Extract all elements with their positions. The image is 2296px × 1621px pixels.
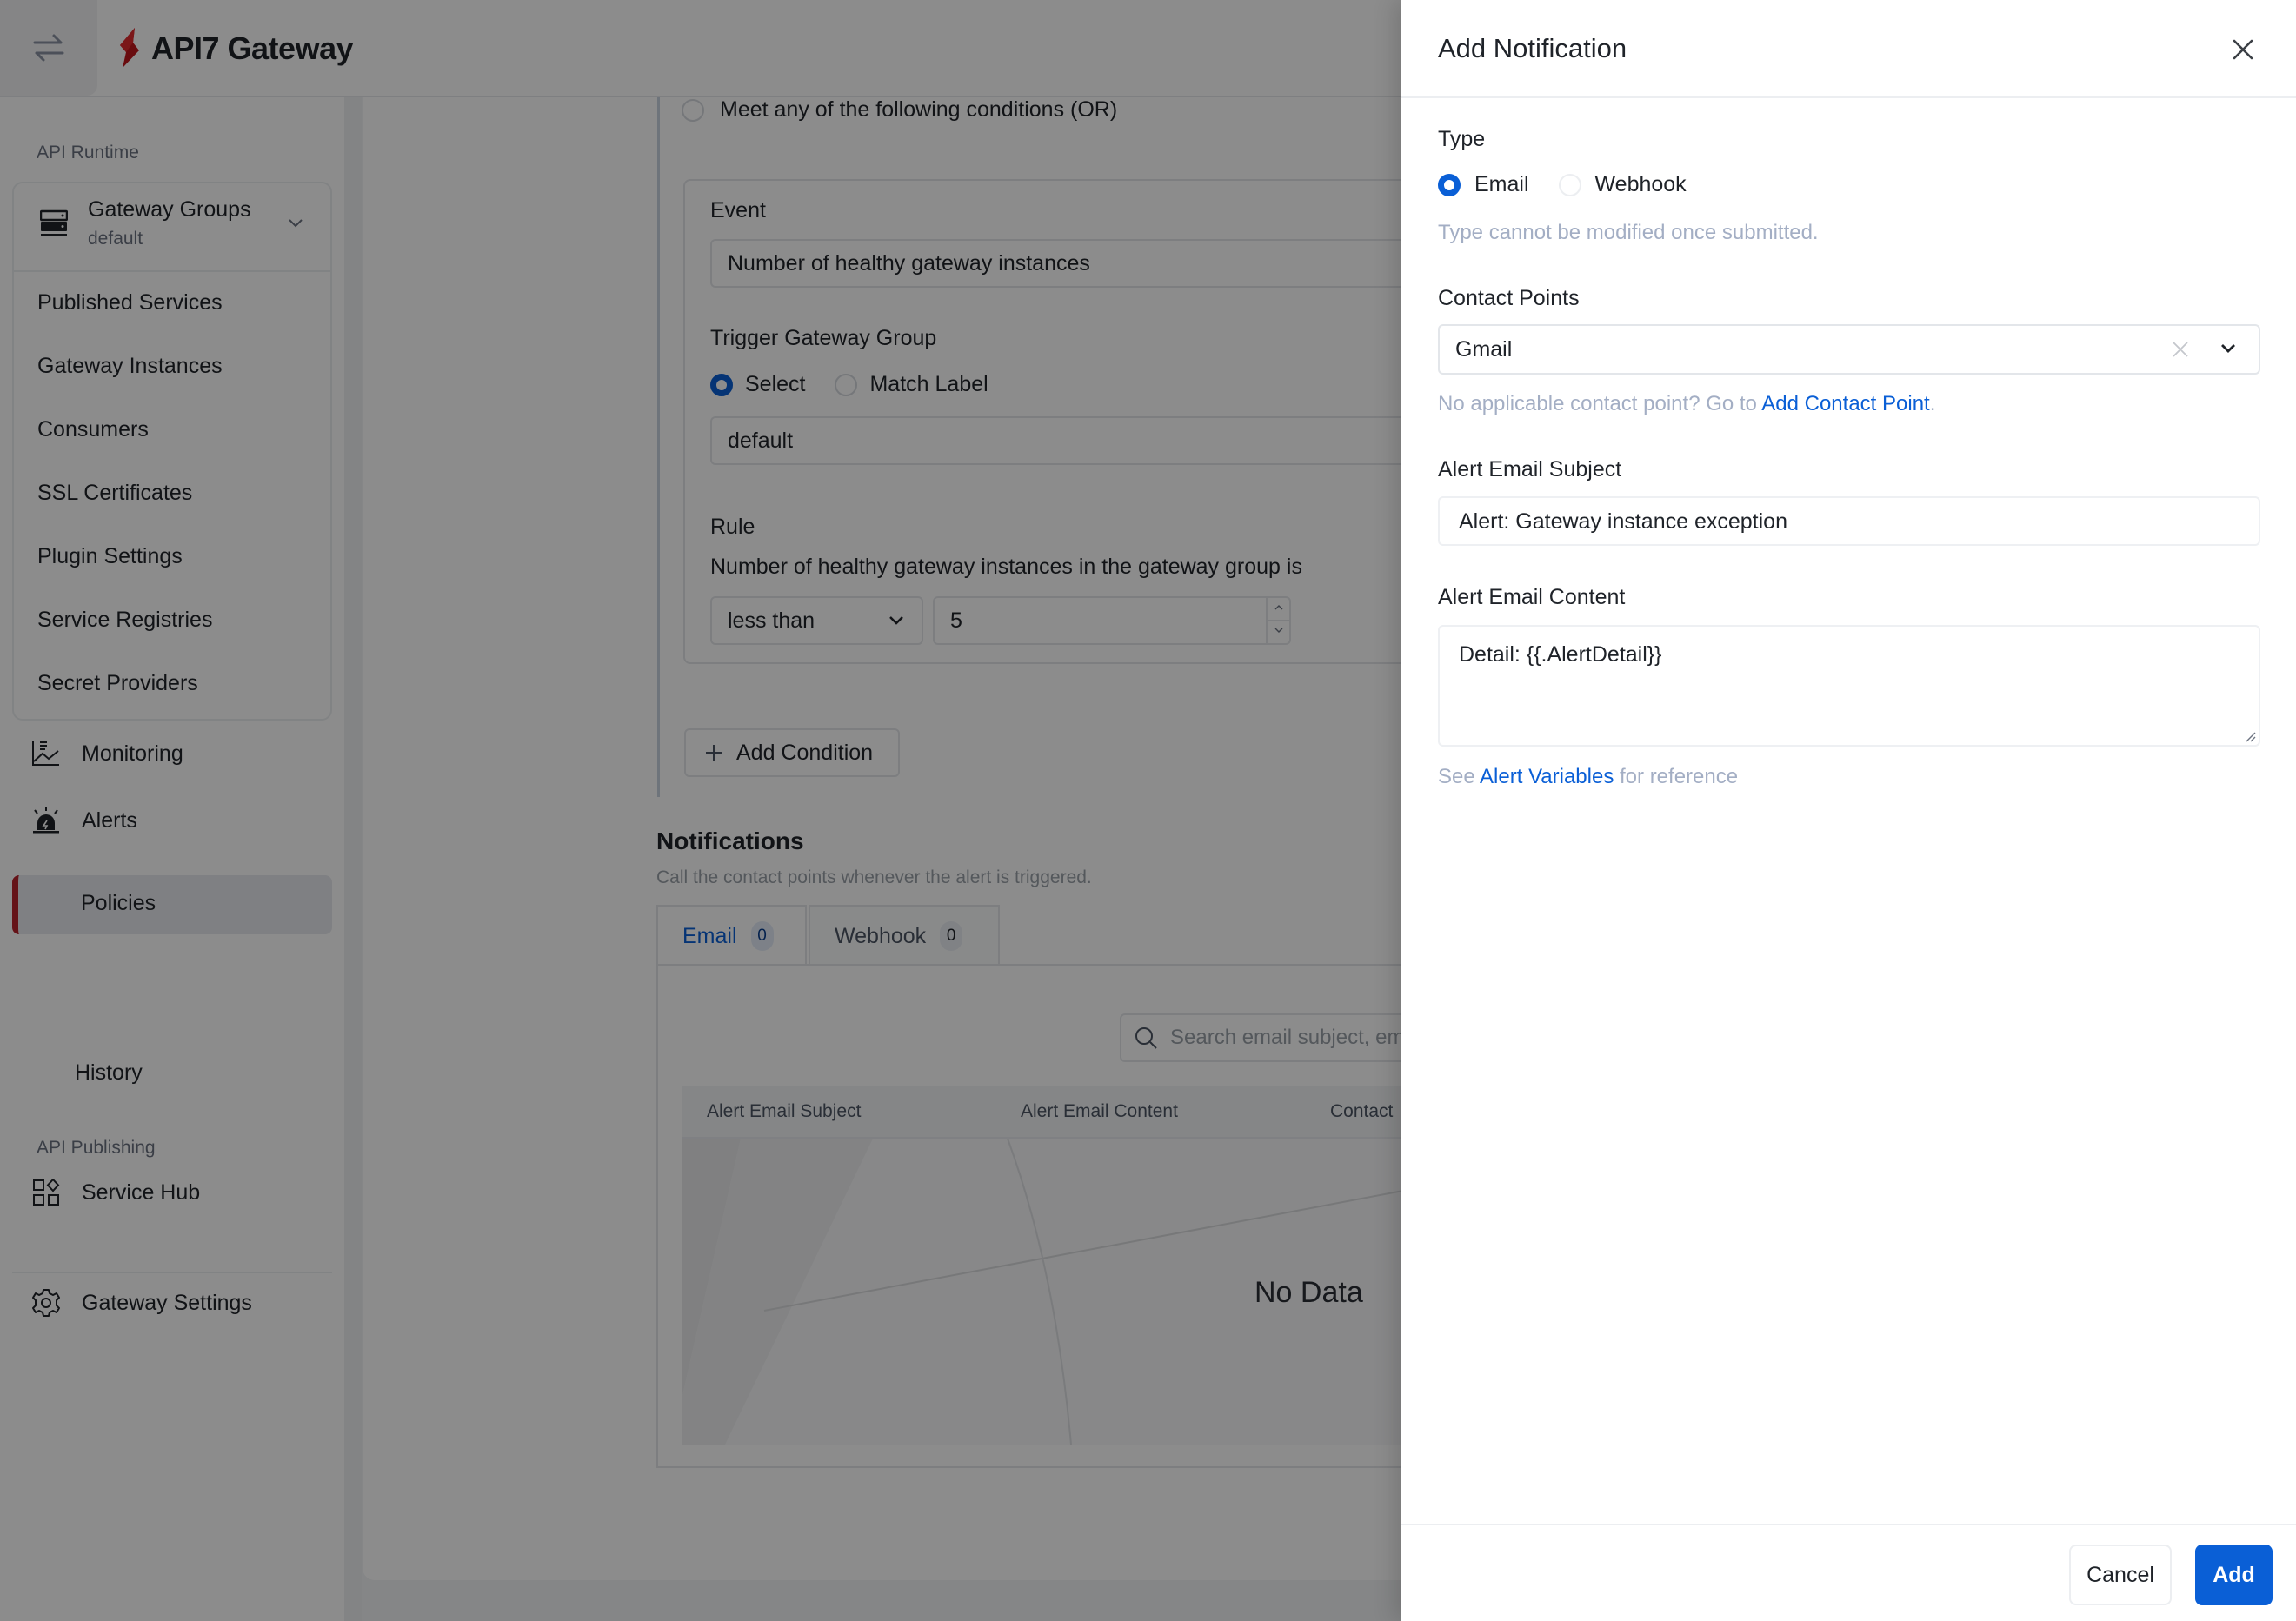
type-option-email-label: Email	[1474, 172, 1529, 196]
drawer-mask[interactable]	[0, 0, 1401, 1621]
drawer-footer: Cancel Add	[1401, 1524, 2296, 1621]
close-icon[interactable]	[2230, 37, 2256, 63]
radio-email[interactable]	[1438, 173, 1461, 196]
add-notification-drawer: Add Notification Type Email Webhook Type…	[1401, 0, 2296, 1621]
add-contact-point-link[interactable]: Add Contact Point	[1761, 392, 1929, 415]
radio-webhook[interactable]	[1558, 173, 1581, 196]
alert-email-subject-label: Alert Email Subject	[1438, 457, 1622, 482]
cancel-button[interactable]: Cancel	[2069, 1545, 2172, 1605]
type-option-email[interactable]: Email	[1438, 172, 1529, 197]
drawer-title: Add Notification	[1438, 33, 1627, 63]
contact-points-value: Gmail	[1455, 337, 1513, 362]
drawer-header: Add Notification	[1401, 0, 2296, 98]
type-option-webhook-label: Webhook	[1594, 172, 1687, 196]
type-hint: Type cannot be modified once submitted.	[1438, 221, 1819, 244]
alert-email-content-label: Alert Email Content	[1438, 585, 1626, 609]
clear-icon[interactable]	[2172, 341, 2189, 358]
add-button[interactable]: Add	[2195, 1545, 2273, 1605]
type-option-webhook[interactable]: Webhook	[1558, 172, 1687, 197]
alert-email-content-value: Detail: {{.AlertDetail}}	[1459, 642, 1662, 667]
contact-hint-suffix: .	[1929, 392, 1936, 415]
alert-email-content-textarea[interactable]: Detail: {{.AlertDetail}}	[1438, 625, 2260, 747]
type-label: Type	[1438, 127, 1486, 151]
vars-hint-prefix: See	[1438, 765, 1481, 788]
type-radio-group: Email Webhook	[1438, 172, 1716, 197]
contact-hint-text: No applicable contact point? Go to	[1438, 392, 1762, 415]
vars-hint-suffix: for reference	[1614, 765, 1739, 788]
alert-email-subject-input[interactable]: Alert: Gateway instance exception	[1438, 496, 2260, 546]
contact-points-select[interactable]: Gmail	[1438, 324, 2260, 375]
alert-variables-link[interactable]: Alert Variables	[1480, 765, 1614, 788]
chevron-down-icon	[2221, 344, 2235, 353]
resize-handle-icon[interactable]	[2243, 729, 2257, 743]
alert-variables-hint: See Alert Variables for reference	[1438, 765, 1738, 789]
contact-points-hint: No applicable contact point? Go to Add C…	[1438, 392, 1935, 416]
contact-points-label: Contact Points	[1438, 286, 1580, 310]
